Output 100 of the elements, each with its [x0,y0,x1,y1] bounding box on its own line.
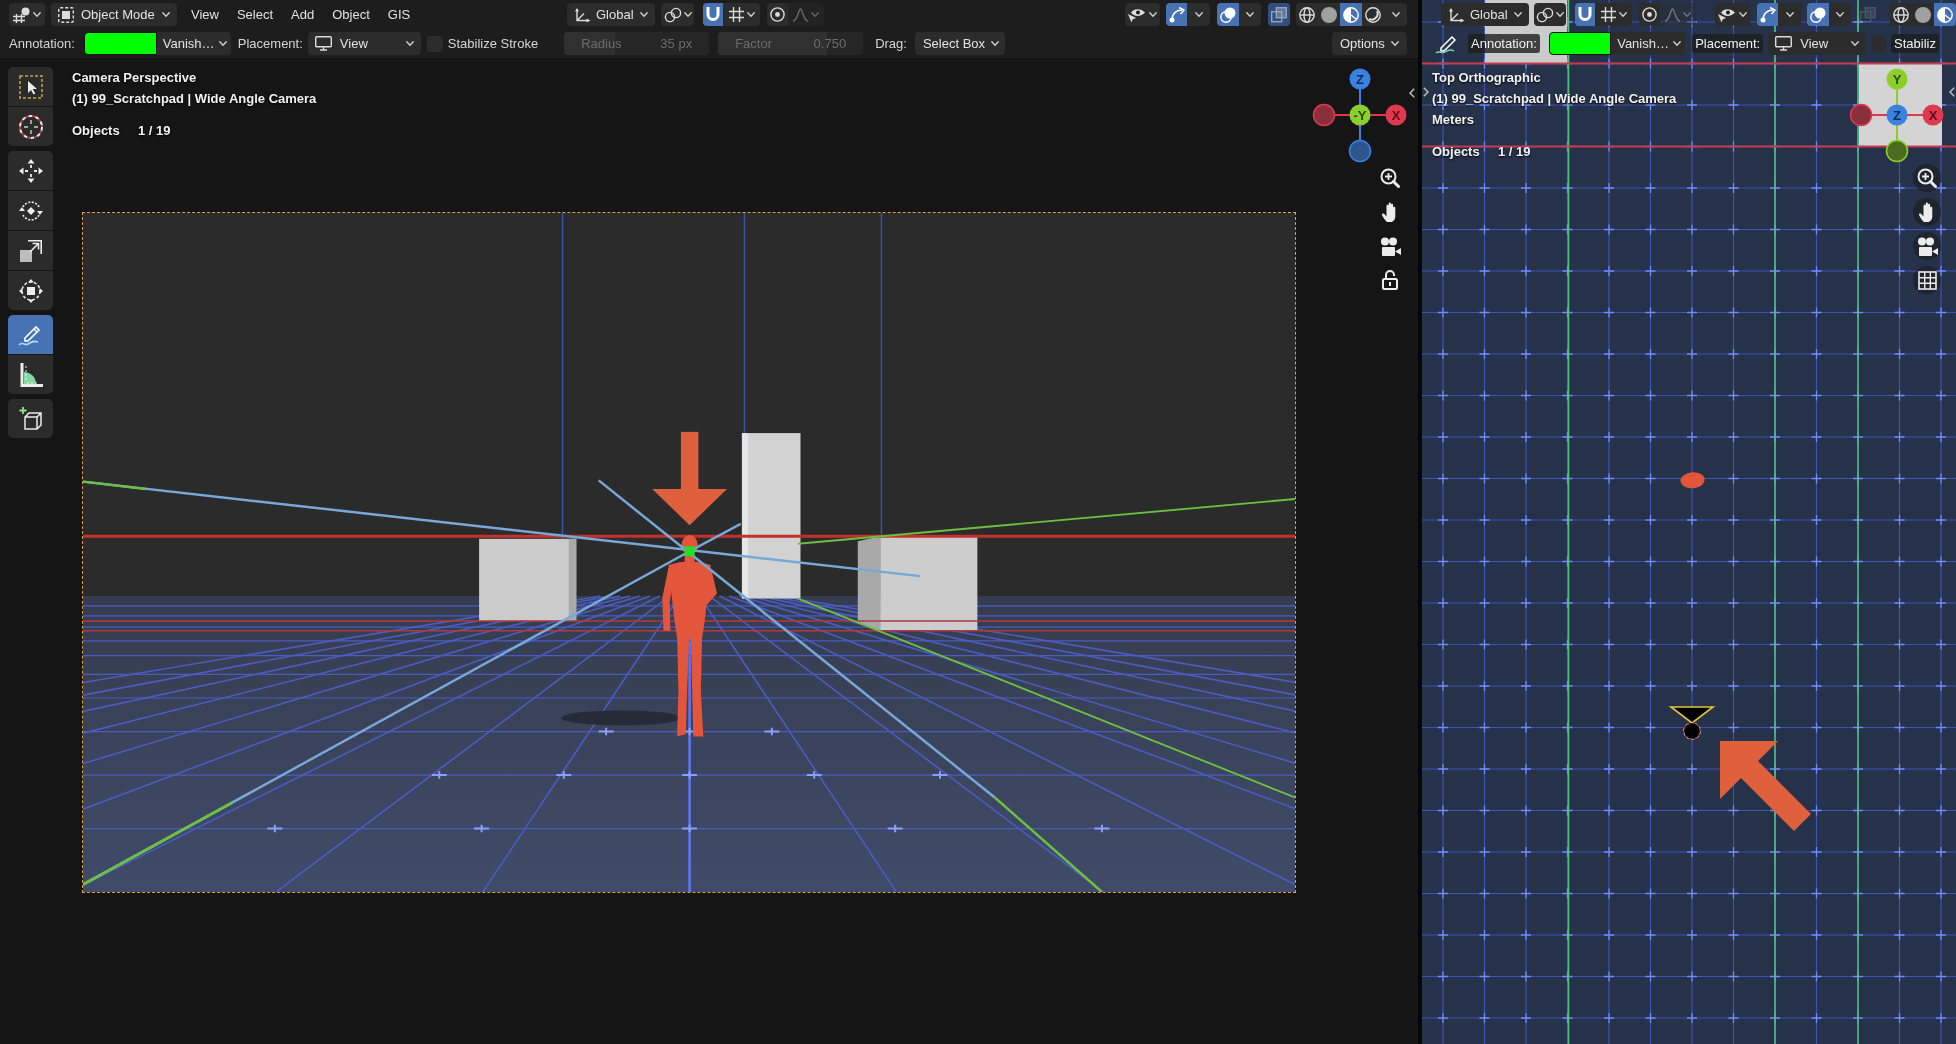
camera-view-button[interactable] [1913,232,1941,260]
view-name: Camera Perspective [72,69,198,87]
shading-mode-button[interactable] [1890,3,1912,26]
annotate-tool[interactable] [8,315,53,354]
placement-dropdown[interactable]: View [1768,32,1867,55]
placement-dropdown[interactable]: View [307,32,421,55]
navigation-gizmo[interactable]: Y Z X [1849,67,1945,163]
snap-toggle[interactable] [1575,3,1596,26]
options-button[interactable]: Options [1332,32,1407,55]
proportional-edit-toggle[interactable] [767,3,788,26]
xray-toggle[interactable] [1268,3,1290,26]
orientation-dropdown[interactable]: Global [567,3,655,26]
add-cube-tool[interactable] [8,399,53,438]
shading-mode-button[interactable] [1340,3,1362,26]
eye-pointer-icon [1128,6,1146,23]
editor-type-dropdown[interactable] [9,3,45,26]
menu-item[interactable]: View [183,3,227,26]
shading-mode-button[interactable] [1296,3,1318,26]
solid-sphere-icon [1915,6,1931,23]
axis-handle[interactable] [1885,139,1909,163]
overlay-dropdown[interactable] [1239,3,1261,26]
transform-tool[interactable] [8,271,53,310]
checkbox-label[interactable]: Stabilize Stroke [447,33,539,54]
wireframe-sphere-icon [1893,6,1909,23]
snap-toggle[interactable] [703,3,723,26]
zoom-button[interactable] [1378,166,1402,190]
zoom-icon [1380,168,1400,188]
axis-handle[interactable] [1312,103,1336,127]
rotate-arrows-icon [18,198,43,223]
curved-arrow-icon [1168,6,1185,23]
pivot-dropdown[interactable] [1533,3,1567,26]
navigation-gizmo[interactable]: Z -Y X [1312,67,1408,163]
ortho-toggle-button[interactable] [1913,266,1941,294]
caret-icon [991,41,1000,46]
menu-item[interactable]: Object [324,3,378,26]
magnet-icon [1578,7,1593,22]
magnet-icon [706,7,720,22]
axis-handle[interactable] [1849,103,1873,127]
pivot-dropdown[interactable] [661,3,694,26]
stat-value: 1 / 19 [1498,143,1531,161]
move-tool[interactable] [8,151,53,190]
overlay-dropdown[interactable] [1829,3,1852,26]
zoom-button[interactable] [1913,164,1941,192]
rotate-tool[interactable] [8,191,53,230]
axes-icon [574,6,590,23]
layer-dropdown[interactable]: Vanish… [156,32,231,55]
caret-icon [683,12,692,17]
menu-item[interactable]: Add [283,3,323,26]
drag-label: Drag: [875,34,907,53]
orientation-dropdown[interactable]: Global [1441,3,1529,26]
measure-tool[interactable] [8,355,53,394]
axis-handle[interactable]: Z [1886,104,1908,126]
checkbox-label[interactable]: Stabiliz [1891,34,1939,53]
overlay-toggle[interactable] [1807,3,1830,26]
overlay-toggle[interactable] [1217,3,1239,26]
layer-dropdown[interactable]: Vanish… [1611,32,1686,55]
circle-dot-icon [770,7,785,22]
stat-label: Objects [72,122,121,140]
caret-icon [1851,41,1860,46]
pan-button[interactable] [1913,198,1941,226]
monitor-icon [314,36,332,51]
placement-label: Placement: [1692,34,1764,53]
color-swatch[interactable] [83,32,157,55]
drag-dropdown[interactable]: Select Box [914,32,1005,55]
mode-dropdown[interactable]: Object Mode [51,3,177,26]
grid-icon [1600,7,1616,22]
caret-icon [1618,12,1627,17]
gizmo-dropdown[interactable] [1778,3,1802,26]
gizmo-toggle[interactable] [1757,3,1779,26]
axis-handle[interactable]: Y [1886,68,1908,90]
scale-tool[interactable] [8,231,53,270]
view-name: Top Orthographic [1432,69,1542,87]
shading-mode-button[interactable] [1318,3,1340,26]
selectability-dropdown[interactable] [1125,3,1160,26]
menu-item[interactable]: GIS [379,3,419,26]
snap-target-dropdown[interactable] [723,3,760,26]
caret-icon [1785,12,1794,17]
shading-mode-button[interactable] [1912,3,1934,26]
color-swatch[interactable] [1548,32,1612,55]
stabilize-checkbox[interactable] [1872,35,1887,52]
stat-label: Objects [1432,143,1481,161]
axis-handle[interactable]: -Y [1349,104,1371,126]
shading-mode-button[interactable] [1934,3,1956,26]
proportional-edit-toggle[interactable] [1639,3,1661,26]
gizmo-toggle[interactable] [1166,3,1187,26]
caret-icon [1391,41,1399,46]
placement-label: Placement: [237,34,303,53]
shading-dropdown[interactable] [1384,3,1407,26]
caret-icon [1683,12,1692,17]
selectability-dropdown[interactable] [1715,3,1751,26]
axis-handle[interactable]: Z [1349,68,1371,90]
select-box-tool[interactable] [8,67,53,106]
caret-icon [1836,12,1845,17]
menu-item[interactable]: Select [228,3,282,26]
axis-handle[interactable] [1348,139,1372,163]
shading-mode-button[interactable] [1362,3,1384,26]
gizmo-dropdown[interactable] [1187,3,1210,26]
cursor-tool[interactable] [8,107,53,146]
snap-target-dropdown[interactable] [1595,3,1633,26]
grid-icon [728,7,744,22]
